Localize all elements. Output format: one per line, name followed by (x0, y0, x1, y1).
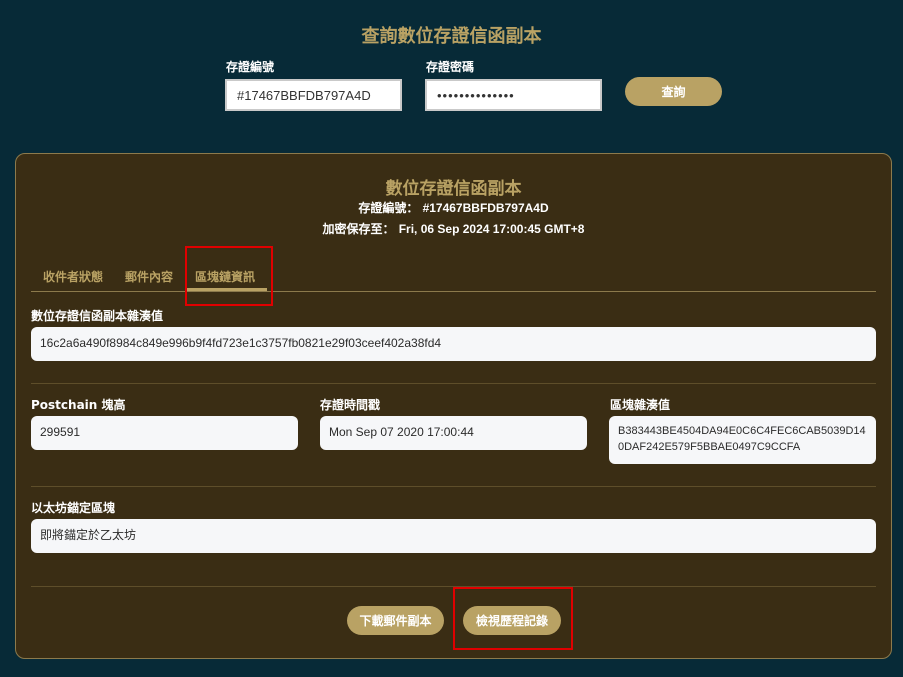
block-hash-value: B383443BE4504DA94E0C6C4FEC6CAB5039D140DA… (609, 416, 876, 464)
copy-hash-value: 16c2a6a490f8984c849e996b9f4fd723e1c3757f… (31, 327, 876, 361)
cert-number-input[interactable] (225, 79, 402, 111)
section-divider (31, 586, 876, 587)
eth-anchor-value: 即將錨定於乙太坊 (31, 519, 876, 553)
copy-hash-label: 數位存證信函副本雜湊值 (31, 309, 164, 323)
timestamp-label: 存證時間戳 (320, 398, 381, 412)
download-copy-button[interactable]: 下載郵件副本 (347, 606, 444, 635)
block-hash-label: 區塊雜湊值 (610, 398, 671, 412)
cert-number-line-label: 存證編號： (358, 201, 419, 215)
eth-anchor-label: 以太坊錨定區塊 (31, 501, 116, 515)
cert-number-line: 存證編號： #17467BBFDB797A4D (16, 199, 891, 216)
section-divider (31, 383, 876, 384)
block-height-label: Postchain 塊高 (31, 398, 126, 412)
cert-number-line-value: #17467BBFDB797A4D (422, 201, 549, 215)
password-label: 存證密碼 (426, 60, 475, 74)
tabs-divider (31, 291, 876, 292)
password-input[interactable] (425, 79, 602, 111)
tab-recipient-status[interactable]: 收件者狀態 (43, 268, 103, 285)
tab-blockchain-info[interactable]: 區塊鏈資訊 (195, 268, 255, 285)
tab-mail-content[interactable]: 郵件內容 (125, 268, 173, 285)
panel-title: 數位存證信函副本 (385, 179, 522, 199)
block-height-value: 299591 (31, 416, 298, 450)
kept-until-value: Fri, 06 Sep 2024 17:00:45 GMT+8 (398, 222, 585, 236)
cert-number-label: 存證編號 (226, 60, 275, 74)
page-title: 查詢數位存證信函副本 (361, 26, 542, 47)
certificate-copy-panel: 數位存證信函副本 存證編號： #17467BBFDB797A4D 加密保存至： … (15, 153, 892, 659)
query-button[interactable]: 查詢 (625, 77, 722, 106)
kept-until-line: 加密保存至： Fri, 06 Sep 2024 17:00:45 GMT+8 (16, 220, 891, 237)
kept-until-label: 加密保存至： (322, 222, 395, 236)
timestamp-value: Mon Sep 07 2020 17:00:44 (320, 416, 587, 450)
view-history-button[interactable]: 檢視歷程記錄 (463, 606, 561, 635)
section-divider (31, 486, 876, 487)
